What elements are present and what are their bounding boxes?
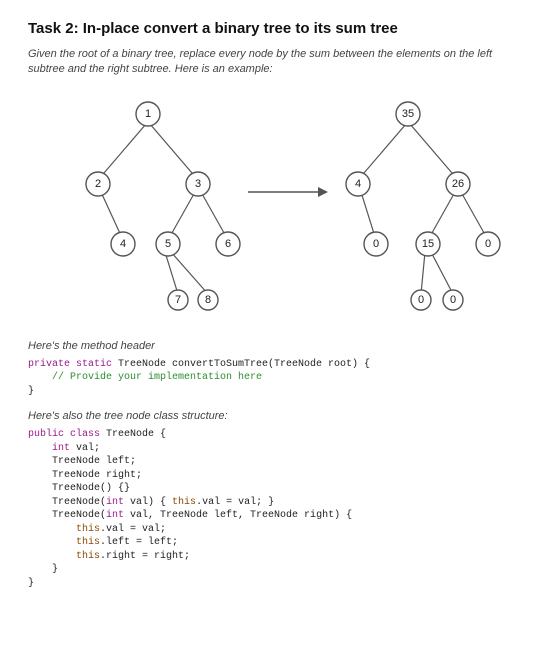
svg-text:3: 3 [195,178,201,190]
tree-node: 5 [156,232,180,256]
svg-text:35: 35 [402,108,414,120]
tree-node: 0 [443,290,463,310]
svg-text:26: 26 [452,178,464,190]
tree-node: 4 [111,232,135,256]
svg-text:0: 0 [450,294,456,306]
task-description: Given the root of a binary tree, replace… [28,47,512,78]
tree-node: 6 [216,232,240,256]
tree-node: 15 [416,232,440,256]
tree-node: 2 [86,172,110,196]
tree-node: 3 [186,172,210,196]
tree-node: 35 [396,102,420,126]
right-tree: 35 4 26 0 15 0 0 0 [346,102,500,310]
svg-text:5: 5 [165,238,171,250]
svg-text:0: 0 [485,238,491,250]
svg-text:6: 6 [225,238,231,250]
left-tree: 1 2 3 4 5 6 7 8 [86,102,240,310]
arrow-icon [248,187,328,197]
svg-text:0: 0 [373,238,379,250]
svg-text:1: 1 [145,108,151,120]
tree-node: 0 [411,290,431,310]
task-document: Task 2: In-place convert a binary tree t… [0,0,536,626]
svg-text:15: 15 [422,238,434,250]
tree-node: 26 [446,172,470,196]
svg-text:2: 2 [95,178,101,190]
tree-node: 1 [136,102,160,126]
svg-text:8: 8 [205,294,211,306]
tree-diagram: 1 2 3 4 5 6 7 8 [28,92,512,322]
tree-node: 7 [168,290,188,310]
svg-text:4: 4 [355,178,361,190]
code-block-method: private static TreeNode convertToSumTree… [28,358,512,399]
task-title: Task 2: In-place convert a binary tree t… [28,20,512,37]
tree-node: 8 [198,290,218,310]
svg-text:7: 7 [175,294,181,306]
svg-text:4: 4 [120,238,126,250]
method-header-label: Here's the method header [28,340,512,352]
class-structure-label: Here's also the tree node class structur… [28,410,512,422]
tree-node: 0 [364,232,388,256]
tree-node: 4 [346,172,370,196]
code-block-class: public class TreeNode { int val; TreeNod… [28,428,512,590]
svg-text:0: 0 [418,294,424,306]
tree-node: 0 [476,232,500,256]
